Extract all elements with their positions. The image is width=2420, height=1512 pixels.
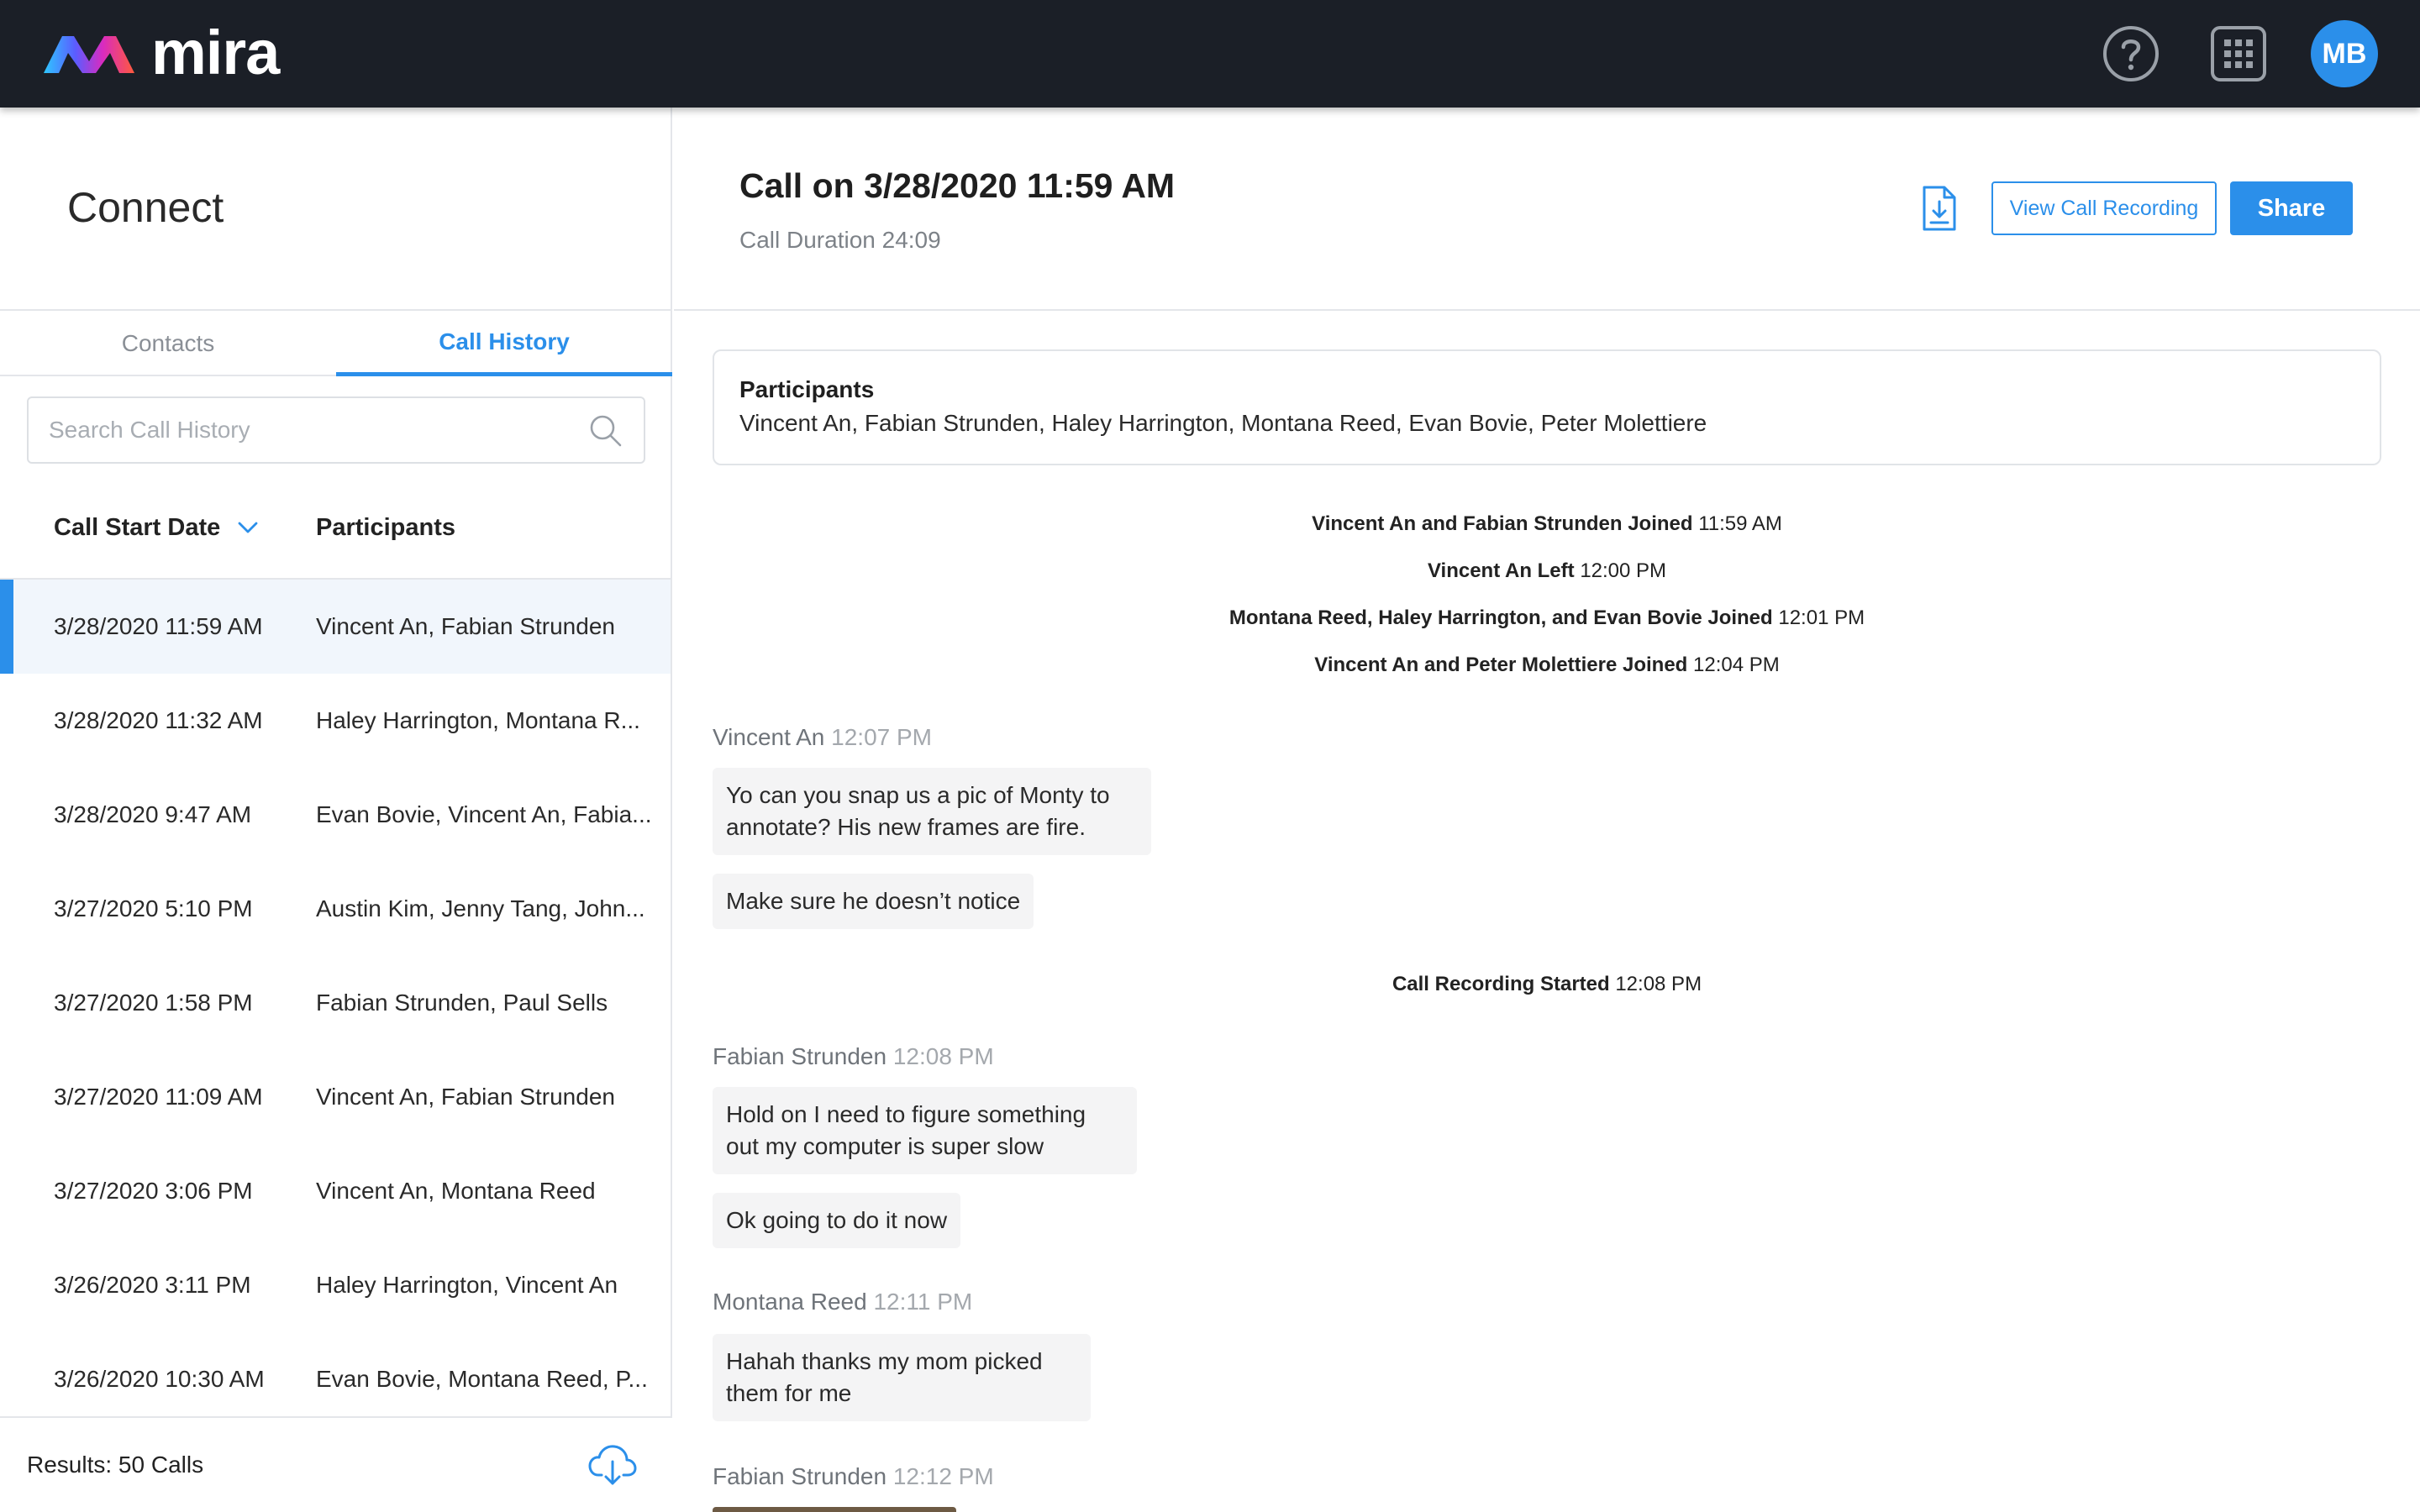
event-time: 12:00 PM [1580, 559, 1667, 582]
call-event: Vincent An and Fabian Strunden Joined 11… [674, 512, 2420, 536]
chat-bubble: Hold on I need to figure something out m… [713, 1087, 1137, 1174]
sender-name: Fabian Strunden [713, 1043, 887, 1069]
tab-call-history[interactable]: Call History [336, 311, 672, 376]
view-call-recording-button[interactable]: View Call Recording [1991, 181, 2217, 235]
sender-name: Montana Reed [713, 1289, 867, 1315]
share-button[interactable]: Share [2230, 181, 2353, 235]
participants-card: Participants Vincent An, Fabian Strunden… [713, 349, 2381, 465]
column-header-date: Call Start Date [54, 513, 221, 541]
search-icon[interactable] [588, 413, 623, 449]
chat-bubble: Make sure he doesn’t notice [713, 874, 1034, 929]
message-sender: Montana Reed 12:11 PM [713, 1289, 972, 1315]
table-row[interactable]: 3/28/2020 11:59 AM Vincent An, Fabian St… [0, 580, 671, 674]
call-date: 3/28/2020 11:59 AM [54, 613, 263, 639]
call-duration: Call Duration 24:09 [739, 227, 941, 253]
sort-by-date-header[interactable]: Call Start Date [54, 477, 259, 578]
call-title: Call on 3/28/2020 11:59 AM [739, 166, 1176, 205]
tab-contacts[interactable]: Contacts [0, 311, 336, 376]
apps-grid-icon[interactable] [2210, 25, 2267, 82]
mira-logo-icon [44, 36, 134, 73]
cloud-download-icon[interactable] [588, 1443, 637, 1487]
call-history-panel: Connect Contacts Call History Call Start… [0, 108, 672, 1512]
table-header: Call Start Date Participants [0, 477, 672, 580]
message-time: 12:12 PM [892, 1463, 994, 1489]
event-text: Call Recording Started [1392, 973, 1610, 995]
message-sender: Fabian Strunden 12:08 PM [713, 1043, 994, 1070]
event-text: Montana Reed, Haley Harrington, and Evan… [1228, 606, 1773, 629]
panel-title: Connect [67, 184, 224, 231]
search-box [27, 396, 645, 464]
call-participants: Vincent An, Montana Reed [316, 1178, 596, 1204]
participants-heading: Participants [739, 376, 875, 402]
message-time: 12:07 PM [831, 724, 933, 750]
chat-bubble: Yo can you snap us a pic of Monty to ann… [713, 768, 1151, 855]
results-count: Results: 50 Calls [27, 1452, 204, 1478]
call-event: Call Recording Started 12:08 PM [674, 973, 2420, 996]
tab-bar: Contacts Call History [0, 311, 672, 376]
call-date: 3/28/2020 9:47 AM [54, 801, 252, 827]
table-row[interactable]: 3/27/2020 11:09 AM Vincent An, Fabian St… [0, 1050, 671, 1144]
message-time: 12:11 PM [873, 1289, 973, 1315]
call-participants: Austin Kim, Jenny Tang, John... [316, 895, 645, 921]
call-participants: Vincent An, Fabian Strunden [316, 1084, 615, 1110]
table-row[interactable]: 3/27/2020 5:10 PM Austin Kim, Jenny Tang… [0, 862, 671, 956]
sender-name: Vincent An [713, 724, 825, 750]
call-participants: Fabian Strunden, Paul Sells [316, 990, 608, 1016]
event-text: Vincent An and Fabian Strunden Joined [1312, 512, 1693, 535]
user-avatar[interactable]: MB [2311, 20, 2378, 87]
results-footer: Results: 50 Calls [0, 1416, 672, 1512]
column-header-participants: Participants [316, 513, 455, 541]
call-participants: Evan Bovie, Montana Reed, P... [316, 1366, 648, 1392]
event-time: 12:08 PM [1615, 973, 1702, 995]
chevron-down-icon [238, 522, 258, 533]
message-sender: Vincent An 12:07 PM [713, 724, 932, 751]
table-row[interactable]: 3/28/2020 11:32 AM Haley Harrington, Mon… [0, 674, 671, 768]
call-event: Montana Reed, Haley Harrington, and Evan… [674, 606, 2420, 630]
table-row[interactable]: 3/26/2020 10:30 AM Evan Bovie, Montana R… [0, 1332, 671, 1426]
mira-logo[interactable]: mira [40, 18, 280, 87]
image-attachment-thumbnail[interactable] [713, 1507, 956, 1512]
participants-list: Vincent An, Fabian Strunden, Haley Harri… [739, 410, 1707, 436]
event-time: 12:01 PM [1778, 606, 1865, 629]
event-text: Vincent An and Peter Molettiere Joined [1314, 654, 1688, 676]
call-date: 3/27/2020 5:10 PM [54, 895, 253, 921]
call-date: 3/26/2020 10:30 AM [54, 1366, 265, 1392]
call-date: 3/27/2020 3:06 PM [54, 1178, 253, 1204]
call-participants: Haley Harrington, Vincent An [316, 1272, 618, 1298]
event-time: 12:04 PM [1693, 654, 1780, 676]
call-participants: Evan Bovie, Vincent An, Fabia... [316, 801, 652, 827]
search-input[interactable] [29, 398, 575, 462]
table-row[interactable]: 3/27/2020 1:58 PM Fabian Strunden, Paul … [0, 956, 671, 1050]
call-list: 3/28/2020 11:59 AM Vincent An, Fabian St… [0, 580, 672, 1426]
call-date: 3/27/2020 11:09 AM [54, 1084, 263, 1110]
brand-name: mira [151, 18, 280, 87]
message-sender: Fabian Strunden 12:12 PM [713, 1463, 994, 1490]
call-event: Vincent An Left 12:00 PM [674, 559, 2420, 583]
message-time: 12:08 PM [892, 1043, 994, 1069]
document-download-icon[interactable] [1921, 185, 1958, 232]
call-date: 3/28/2020 11:32 AM [54, 707, 263, 733]
top-bar: mira MB [0, 0, 2420, 108]
chat-bubble: Hahah thanks my mom picked them for me [713, 1334, 1091, 1421]
divider [674, 309, 2420, 311]
chat-bubble: Ok going to do it now [713, 1193, 961, 1248]
call-detail-panel: Call on 3/28/2020 11:59 AM Call Duration… [674, 108, 2420, 1512]
table-row[interactable]: 3/28/2020 9:47 AM Evan Bovie, Vincent An… [0, 768, 671, 862]
table-row[interactable]: 3/26/2020 3:11 PM Haley Harrington, Vinc… [0, 1238, 671, 1332]
call-event: Vincent An and Peter Molettiere Joined 1… [674, 654, 2420, 677]
call-participants: Haley Harrington, Montana R... [316, 707, 640, 733]
table-row[interactable]: 3/27/2020 3:06 PM Vincent An, Montana Re… [0, 1144, 671, 1238]
call-participants: Vincent An, Fabian Strunden [316, 613, 615, 639]
sender-name: Fabian Strunden [713, 1463, 887, 1489]
call-date: 3/26/2020 3:11 PM [54, 1272, 251, 1298]
help-icon[interactable] [2102, 25, 2160, 82]
event-time: 11:59 AM [1698, 512, 1782, 535]
call-date: 3/27/2020 1:58 PM [54, 990, 253, 1016]
event-text: Vincent An Left [1427, 559, 1575, 582]
